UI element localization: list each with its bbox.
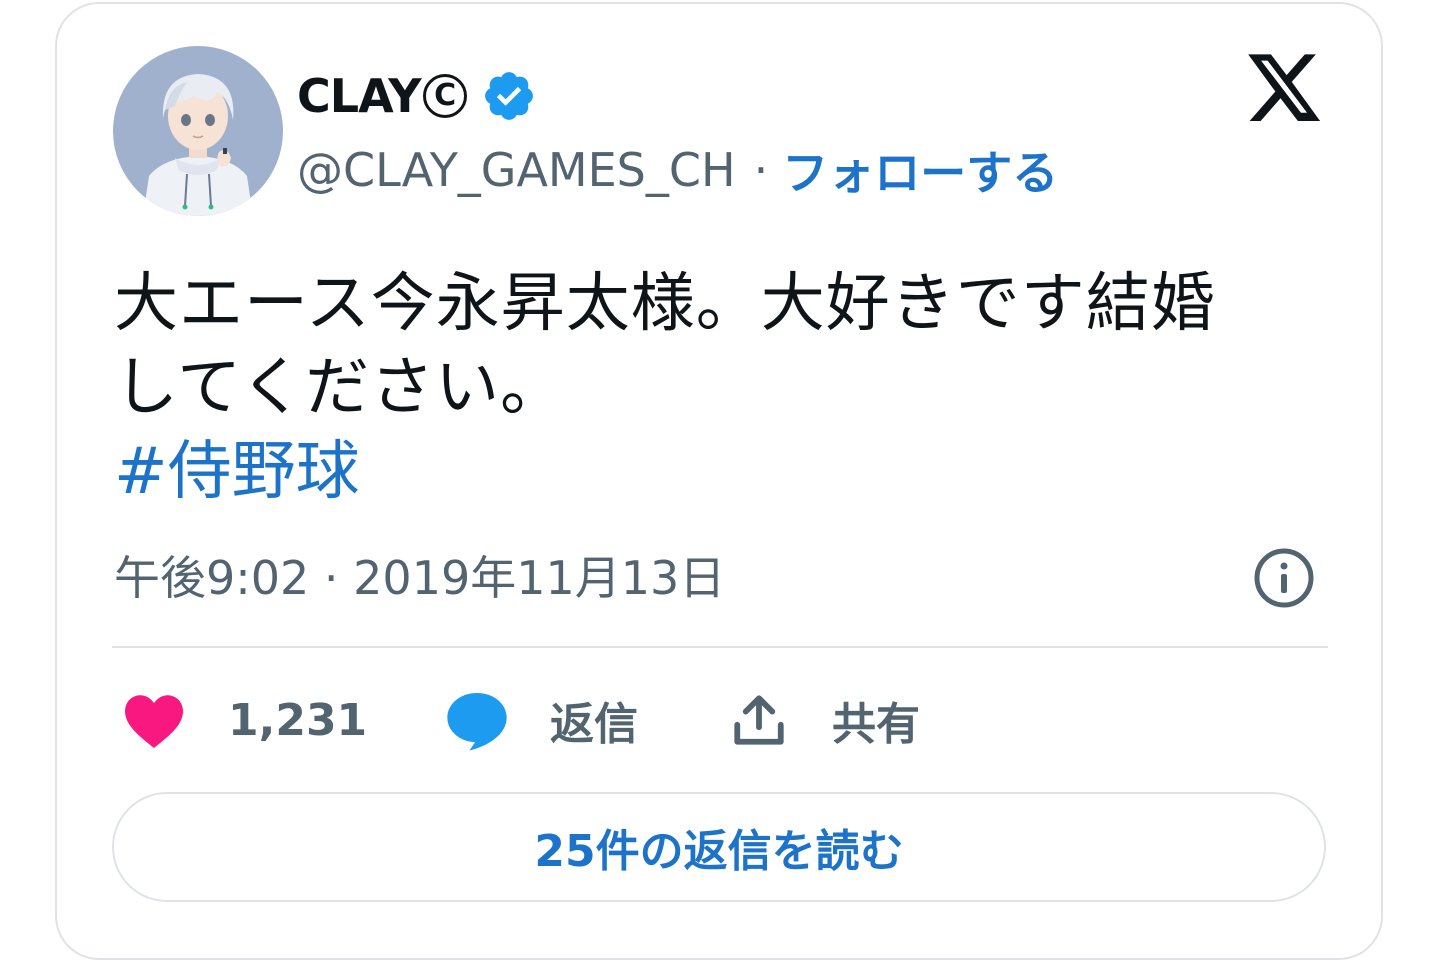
avatar[interactable] — [113, 46, 283, 216]
read-replies-button[interactable]: 25件の返信を読む — [112, 792, 1326, 902]
reply-label: 返信 — [550, 699, 638, 750]
separator-dot: · — [753, 143, 769, 197]
like-count: 1,231 — [228, 694, 368, 746]
heart-icon — [125, 695, 183, 748]
tweet-text-line-2: してください。 — [114, 351, 566, 425]
reply-button[interactable]: 返信 — [444, 688, 638, 752]
hashtag-link[interactable]: #侍野球 — [114, 430, 360, 514]
divider — [112, 646, 1328, 648]
share-button[interactable]: 共有 — [730, 688, 920, 752]
follow-button[interactable]: フォローする — [782, 137, 1058, 203]
tweet-text-line-1: 大エース今永昇太様。大好きです結婚 — [114, 267, 1216, 341]
handle-row: @CLAY_GAMES_CH · フォローする — [297, 140, 1058, 200]
display-name[interactable]: CLAY C — [297, 66, 537, 126]
tweet-text: 大エース今永昇太様。大好きです結婚 してください。 — [114, 262, 1334, 430]
copyright-icon: C — [422, 74, 467, 118]
share-label: 共有 — [832, 699, 920, 750]
speech-bubble-icon — [447, 693, 507, 751]
avatar-illustration — [113, 46, 283, 216]
info-icon[interactable] — [1252, 546, 1316, 610]
tweet-timestamp[interactable]: 午後9:02 · 2019年11月13日 — [114, 548, 725, 608]
x-logo-icon[interactable] — [1244, 54, 1324, 128]
share-upload-icon — [734, 695, 784, 745]
like-button[interactable]: 1,231 — [122, 688, 367, 752]
display-name-text: CLAY — [297, 69, 422, 123]
user-handle[interactable]: @CLAY_GAMES_CH — [297, 143, 736, 197]
verified-badge-icon — [481, 68, 537, 124]
